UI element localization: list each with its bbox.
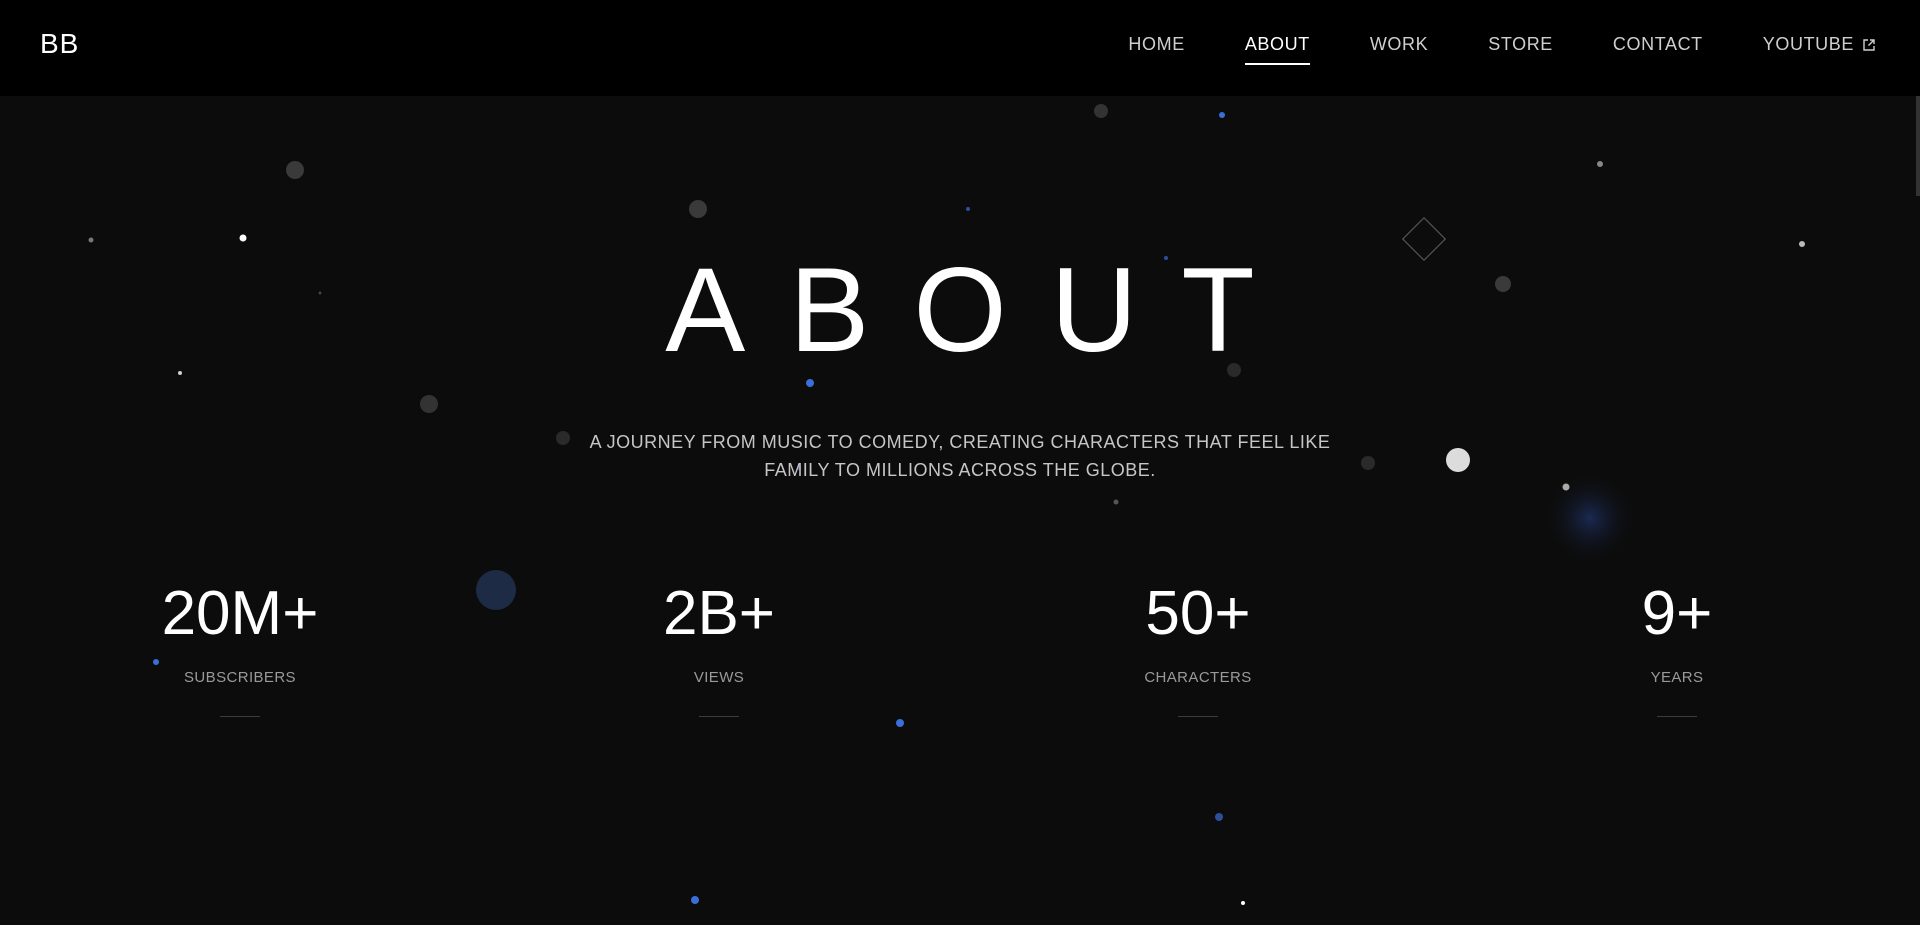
particle (1597, 161, 1603, 167)
stat-label: YEARS (1650, 669, 1704, 686)
stat-years: 9+ YEARS (1527, 583, 1827, 717)
particle (691, 896, 699, 904)
nav-link-home[interactable]: HOME (1128, 34, 1184, 55)
about-page: BB HOME ABOUT WORK STORE CONTACT YOUTUBE (0, 0, 1920, 925)
navbar: BB HOME ABOUT WORK STORE CONTACT YOUTUBE (0, 0, 1920, 96)
external-link-icon (1863, 38, 1875, 51)
hero-subtitle: A JOURNEY FROM MUSIC TO COMEDY, CREATING… (589, 432, 1331, 480)
stat-value: 50+ (1145, 579, 1251, 648)
nav-link-store[interactable]: STORE (1488, 34, 1553, 55)
nav-link-label: HOME (1128, 34, 1185, 54)
nav-link-work[interactable]: WORK (1370, 34, 1428, 55)
nav-link-contact[interactable]: CONTACT (1613, 34, 1703, 55)
nav-link-label: CONTACT (1612, 34, 1703, 54)
scrollbar-thumb[interactable] (1916, 96, 1920, 196)
nav-link-about[interactable]: ABOUT (1244, 34, 1310, 65)
particle (896, 719, 904, 727)
particle (286, 161, 304, 179)
particle (966, 207, 970, 211)
nav-links: HOME ABOUT WORK STORE CONTACT YOUTUBE (1068, 34, 1876, 65)
stat-divider (220, 716, 260, 717)
particle (1799, 241, 1805, 247)
nav-link-label: WORK (1369, 34, 1429, 54)
stat-value: 2B+ (662, 579, 776, 648)
stat-divider (1178, 716, 1218, 717)
nav-link-youtube[interactable]: YOUTUBE (1763, 34, 1876, 55)
particle (239, 234, 247, 242)
particle (1241, 901, 1245, 905)
particle (88, 237, 94, 243)
glow-orb (1542, 470, 1638, 566)
logo[interactable]: BB (40, 28, 79, 60)
stat-subscribers: 20M+ SUBSCRIBERS (90, 583, 390, 717)
particle (1215, 813, 1223, 821)
particle (476, 570, 516, 610)
stat-divider (699, 716, 739, 717)
stat-value: 9+ (1641, 579, 1713, 648)
stat-label: VIEWS (693, 669, 745, 686)
hero-section: ABOUT A JOURNEY FROM MUSIC TO COMEDY, CR… (0, 250, 1920, 484)
page-title: ABOUT (665, 243, 1299, 377)
nav-link-label: STORE (1488, 34, 1553, 54)
stat-divider (1657, 716, 1697, 717)
nav-link-label: YOUTUBE (1762, 34, 1854, 54)
particle (1562, 483, 1570, 491)
particle (1219, 112, 1225, 118)
particle (1113, 499, 1119, 505)
stat-value: 20M+ (161, 579, 319, 648)
particle (1094, 104, 1108, 118)
nav-link-label: ABOUT (1244, 34, 1310, 54)
stat-characters: 50+ CHARACTERS (1048, 583, 1348, 717)
stat-label: SUBSCRIBERS (184, 669, 296, 686)
particle (689, 200, 707, 218)
stat-views: 2B+ VIEWS (569, 583, 869, 717)
stat-label: CHARACTERS (1144, 669, 1252, 686)
